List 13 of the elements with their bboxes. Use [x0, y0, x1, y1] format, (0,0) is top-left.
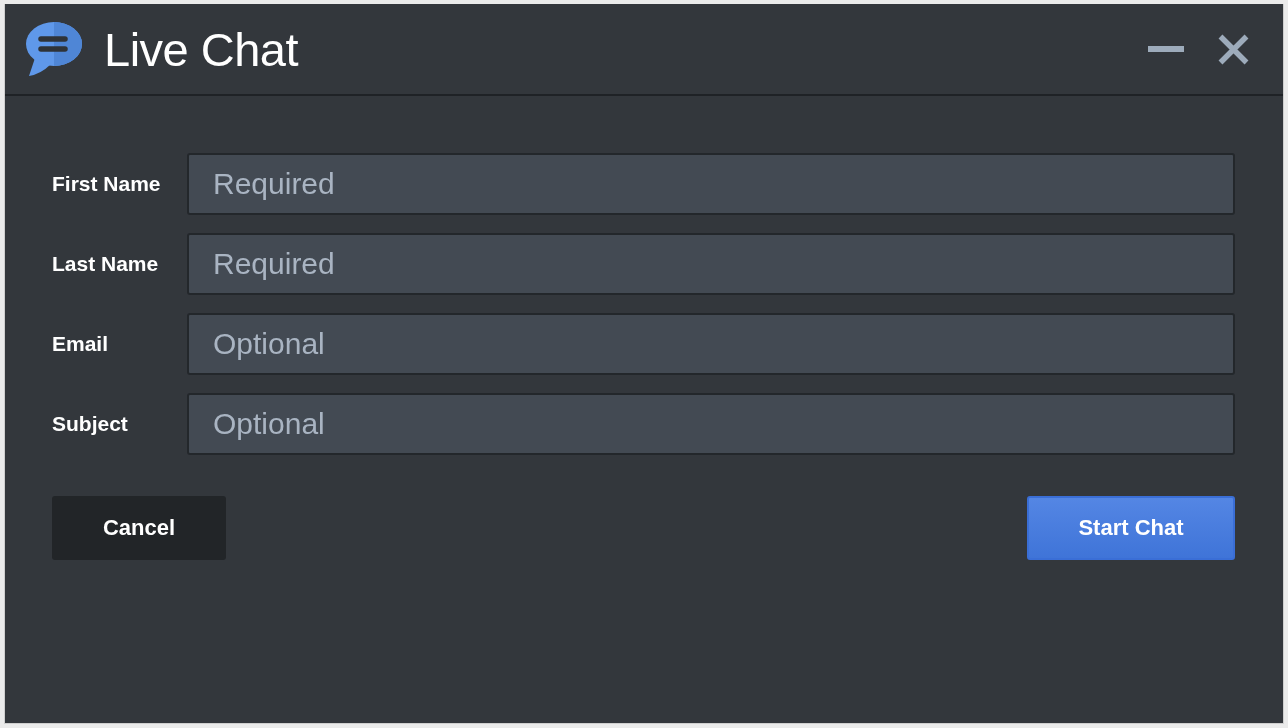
- window-title: Live Chat: [104, 21, 299, 77]
- field-label: First Name: [52, 172, 162, 196]
- input-field[interactable]: Optional: [187, 313, 1235, 375]
- field-label: Last Name: [52, 252, 160, 276]
- speech-bubble-icon: [25, 20, 83, 78]
- start-chat-button[interactable]: Start Chat: [1027, 496, 1235, 560]
- field-label: Email: [52, 332, 110, 356]
- field-label: Subject: [52, 412, 129, 436]
- input-field[interactable]: Required: [187, 233, 1235, 295]
- cancel-button[interactable]: Cancel: [52, 496, 226, 560]
- close-icon[interactable]: [1218, 33, 1249, 65]
- input-field[interactable]: Optional: [187, 393, 1235, 455]
- input-field[interactable]: Required: [187, 153, 1235, 215]
